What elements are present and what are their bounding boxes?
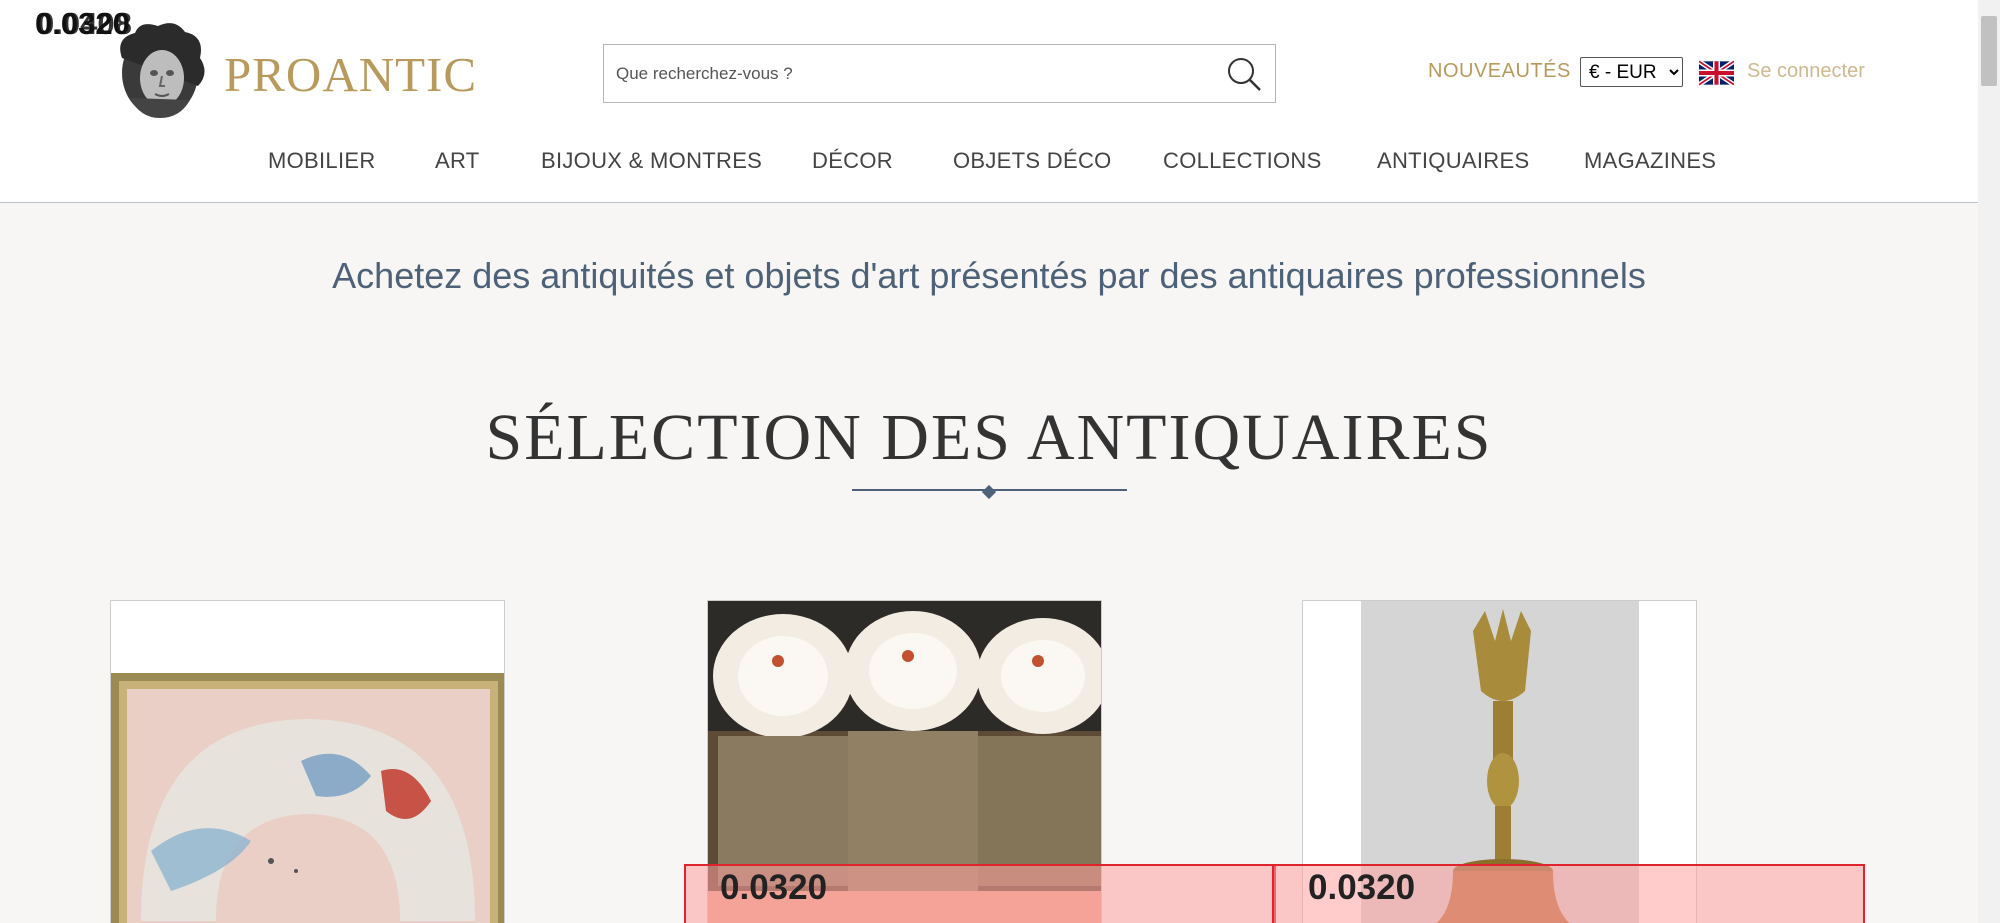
product-image	[111, 601, 504, 923]
highlight-box-1-label: 0.0320	[720, 868, 828, 907]
nav-item-objets-deco[interactable]: OBJETS DÉCO	[953, 148, 1112, 174]
scrollbar-thumb[interactable]	[1981, 16, 1997, 86]
main-nav: MOBILIER ART BIJOUX & MONTRES DÉCOR OBJE…	[0, 148, 1978, 180]
nav-item-art[interactable]: ART	[435, 148, 480, 174]
highlight-box-2-label: 0.0320	[1308, 868, 1416, 907]
new-arrivals-link[interactable]: NOUVEAUTÉS	[1428, 60, 1571, 83]
page-scrollbar[interactable]	[1978, 0, 2000, 923]
search-input[interactable]	[616, 59, 1196, 89]
nav-item-collections[interactable]: COLLECTIONS	[1163, 148, 1322, 174]
nav-item-decor[interactable]: DÉCOR	[812, 148, 893, 174]
product-card-fan-painting[interactable]	[110, 600, 505, 923]
title-divider-diamond	[981, 484, 997, 500]
search-icon	[1228, 58, 1261, 91]
search-button[interactable]	[1223, 53, 1265, 95]
nav-item-mobilier[interactable]: MOBILIER	[268, 148, 376, 174]
login-link[interactable]: Se connecter	[1747, 60, 1865, 83]
nav-item-antiquaires[interactable]: ANTIQUAIRES	[1377, 148, 1529, 174]
nav-item-bijoux-montres[interactable]: BIJOUX & MONTRES	[541, 148, 762, 174]
uk-flag-icon[interactable]	[1697, 59, 1736, 87]
page-tagline: Achetez des antiquités et objets d'art p…	[332, 255, 1646, 296]
section-title: SÉLECTION DES ANTIQUAIRES	[485, 401, 1493, 474]
highlight-box-1: 0.0320	[684, 864, 1276, 923]
nav-item-magazines[interactable]: MAGAZINES	[1584, 148, 1716, 174]
overlay-corner-label-second: 0.0408	[37, 6, 132, 42]
brand-name[interactable]: PROANTIC	[224, 46, 477, 103]
highlight-box-2: 0.0320	[1272, 864, 1865, 923]
currency-select[interactable]: € - EUR	[1580, 57, 1683, 87]
search-box	[603, 44, 1276, 103]
site-header: PROANTIC NOUVEAUTÉS € - EUR Se connecter…	[0, 0, 1978, 203]
overlay-corner-label-2: 0.0408	[37, 6, 132, 41]
